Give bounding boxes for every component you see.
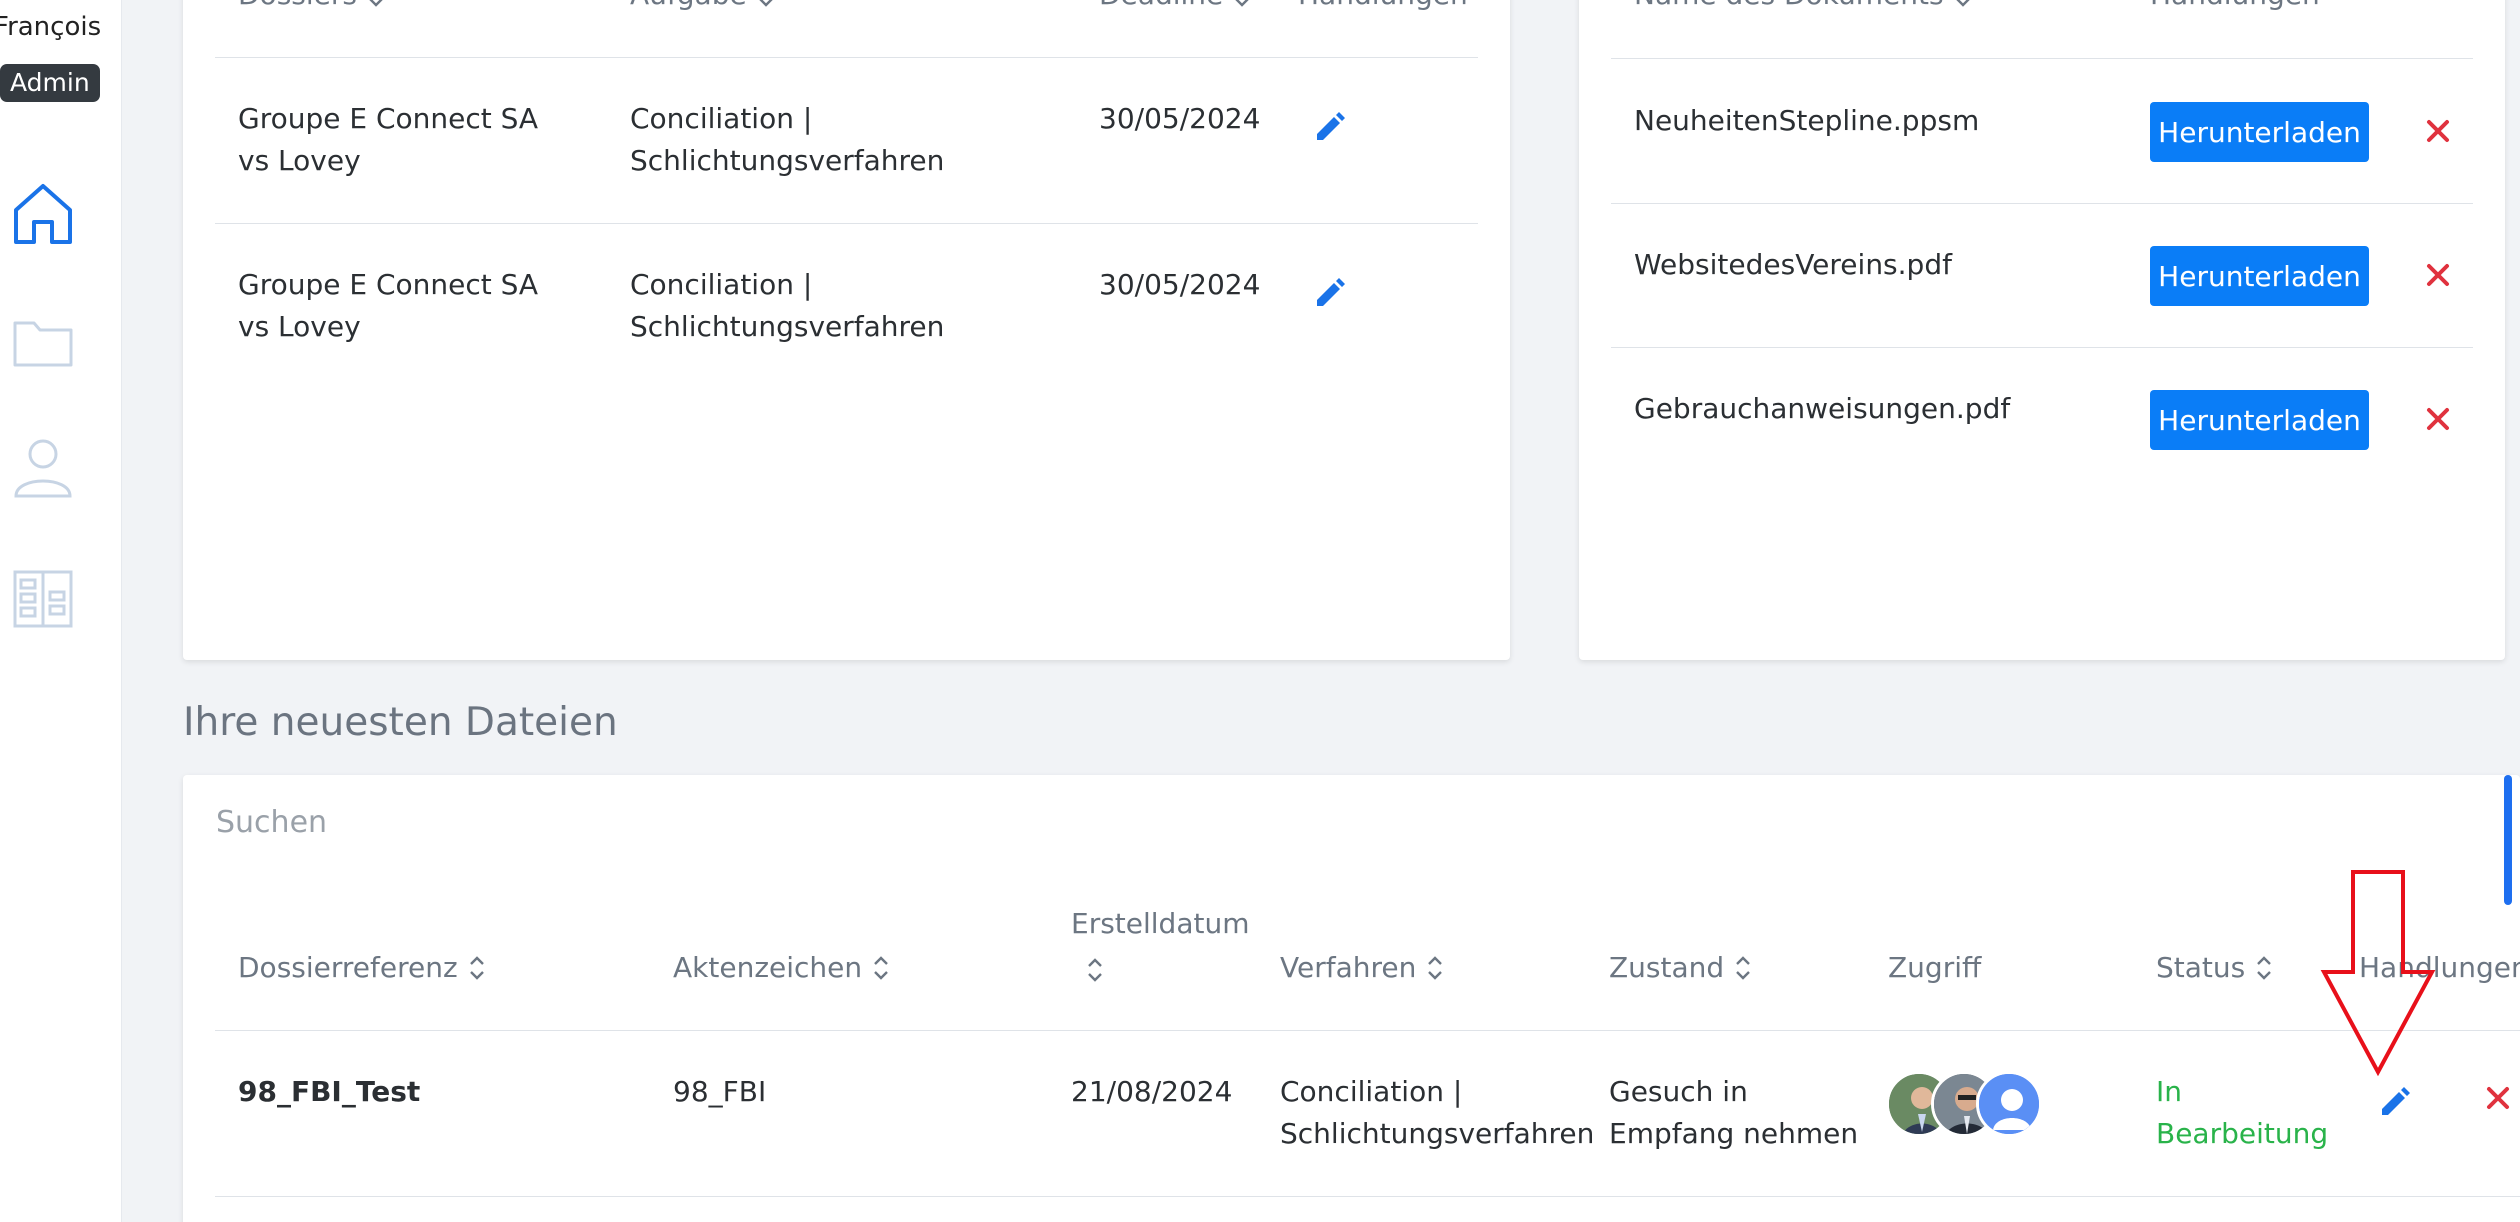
scrollbar[interactable] — [2504, 775, 2512, 905]
file-procedure-line1: Conciliation | — [1280, 1075, 1463, 1108]
download-button[interactable]: Herunterladen — [2150, 390, 2369, 450]
document-name: Gebrauchanweisungen.pdf — [1634, 392, 2011, 425]
file-number: 98_FBI — [673, 1075, 767, 1108]
sort-icon[interactable] — [468, 955, 486, 981]
task-deadline: 30/05/2024 — [1099, 268, 1261, 301]
document-name: NeuheitenStepline.ppsm — [1634, 104, 1980, 137]
files-card: Dossierreferenz Aktenzeichen Erstelldatu… — [183, 775, 2520, 1222]
search-input[interactable] — [216, 797, 816, 847]
divider — [215, 57, 1478, 58]
home-icon[interactable] — [10, 178, 76, 248]
task-dossier: Groupe E Connect SA vs Lovey — [238, 102, 539, 177]
col-header-procedure[interactable]: Verfahren — [1280, 951, 1444, 984]
divider — [1611, 347, 2473, 348]
col-header-created[interactable]: Erstelldatum — [1071, 907, 1250, 940]
annotation-arrow-icon — [2320, 868, 2450, 1078]
user-icon[interactable] — [10, 432, 76, 502]
file-state-line1: Gesuch in — [1609, 1075, 1748, 1108]
avatar[interactable] — [1976, 1071, 2042, 1137]
file-created-date: 21/08/2024 — [1071, 1075, 1233, 1108]
task-dossier: Groupe E Connect SA vs Lovey — [238, 268, 539, 343]
sort-icon[interactable] — [757, 0, 775, 8]
file-status-line1: In — [2156, 1075, 2183, 1108]
col-header-deadline[interactable]: Deadline — [1099, 0, 1251, 11]
building-icon[interactable] — [10, 562, 76, 632]
sort-icon[interactable] — [2255, 955, 2273, 981]
divider — [215, 223, 1478, 224]
tasks-card: Dossiers Aufgabe Deadline Handlungen Gro… — [183, 0, 1510, 660]
col-header-access: Zugriff — [1888, 951, 1982, 984]
col-header-task[interactable]: Aufgabe — [630, 0, 775, 11]
file-state-line2: Empfang nehmen — [1609, 1117, 1859, 1150]
edit-icon[interactable] — [1313, 110, 1347, 144]
user-name: François — [0, 12, 102, 42]
sort-icon[interactable] — [367, 0, 385, 8]
col-header-state[interactable]: Zustand — [1609, 951, 1752, 984]
col-header-actions: Handlungen — [1298, 0, 1468, 11]
col-header-document-name[interactable]: Name des Dokuments — [1634, 0, 1972, 11]
sidebar: François Admin — [0, 0, 122, 1222]
folder-icon[interactable] — [10, 305, 76, 375]
task-name-line1: Conciliation | — [630, 268, 813, 301]
edit-icon[interactable] — [2378, 1085, 2412, 1119]
col-header-dossiers[interactable]: Dossiers — [238, 0, 385, 11]
delete-icon[interactable] — [2423, 404, 2453, 434]
file-procedure-line2: Schlichtungsverfahren — [1280, 1117, 1595, 1150]
task-name-line2: Schlichtungsverfahren — [630, 310, 945, 343]
section-title: Ihre neuesten Dateien — [183, 700, 618, 745]
col-header-reference[interactable]: Dossierreferenz — [238, 951, 486, 984]
divider — [1611, 203, 2473, 204]
documents-card: Name des Dokuments Handlungen NeuheitenS… — [1579, 0, 2505, 660]
download-button[interactable]: Herunterladen — [2150, 246, 2369, 306]
sort-icon[interactable] — [1954, 0, 1972, 8]
sort-icon[interactable] — [1233, 0, 1251, 8]
sort-icon[interactable] — [1086, 957, 1104, 983]
download-button[interactable]: Herunterladen — [2150, 102, 2369, 162]
divider — [215, 1196, 2520, 1197]
col-header-file-number[interactable]: Aktenzeichen — [673, 951, 890, 984]
document-name: WebsitedesVereins.pdf — [1634, 248, 1952, 281]
delete-icon[interactable] — [2423, 260, 2453, 290]
sort-icon[interactable] — [872, 955, 890, 981]
task-name-line2: Schlichtungsverfahren — [630, 144, 945, 177]
sort-icon[interactable] — [1426, 955, 1444, 981]
sort-icon[interactable] — [1734, 955, 1752, 981]
divider — [1611, 58, 2473, 59]
file-reference[interactable]: 98_FBI_Test — [238, 1071, 420, 1113]
file-status-line2: Bearbeitung — [2156, 1117, 2329, 1150]
divider — [215, 1030, 2520, 1031]
col-header-actions: Handlungen — [2150, 0, 2320, 11]
col-header-status[interactable]: Status — [2156, 951, 2273, 984]
task-name-line1: Conciliation | — [630, 102, 813, 135]
edit-icon[interactable] — [1313, 276, 1347, 310]
delete-icon[interactable] — [2483, 1083, 2513, 1113]
delete-icon[interactable] — [2423, 116, 2453, 146]
task-deadline: 30/05/2024 — [1099, 102, 1261, 135]
role-badge: Admin — [0, 64, 100, 102]
